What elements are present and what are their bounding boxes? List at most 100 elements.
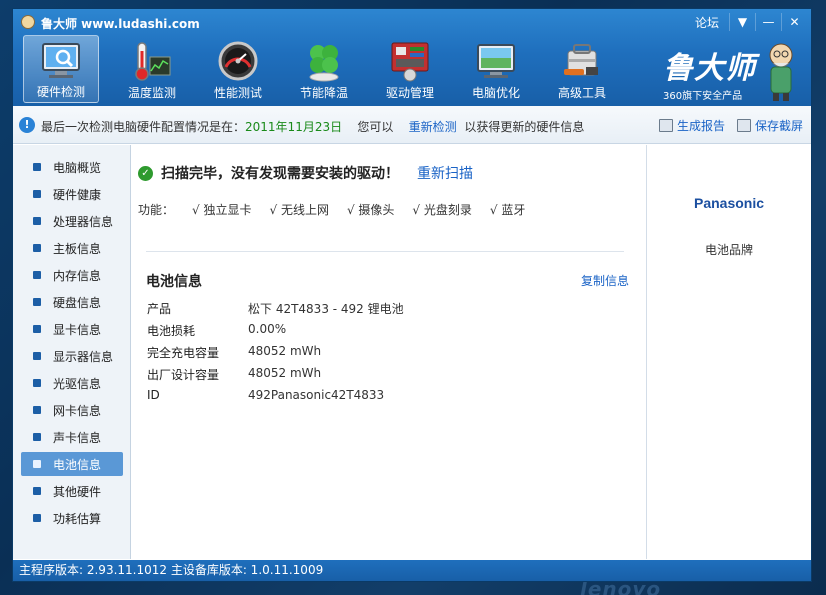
tool-label: 温度监测 [127, 86, 176, 100]
info-key: 产品 [147, 302, 172, 316]
generate-report-button[interactable]: 生成报告 [658, 117, 725, 134]
sidebar: 电脑概览 硬件健康 处理器信息 主板信息 内存信息 硬盘信息 显卡信息 显示器信… [13, 145, 131, 559]
last-check-date: 2011年11月23日 [245, 120, 343, 134]
bullet-icon [33, 352, 41, 360]
sidebar-item-label: 处理器信息 [53, 214, 114, 229]
sidebar-item-label: 网卡信息 [53, 403, 102, 418]
rescan-link[interactable]: 重新扫描 [417, 163, 473, 183]
tool-label: 高级工具 [557, 86, 606, 100]
tool-optimize[interactable]: 电脑优化 [453, 35, 539, 103]
bullet-icon [33, 379, 41, 387]
feature-item: √ 蓝牙 [489, 203, 526, 217]
header: 鲁大师 www.ludashi.com 论坛 ▼ — ✕ 硬件检测 温度监测 性… [13, 9, 811, 106]
info-row: 产品 松下 42T4833 - 492 锂电池 [147, 300, 404, 317]
tool-label: 节能降温 [299, 86, 348, 100]
bullet-icon [33, 271, 41, 279]
sidebar-item-label: 功耗估算 [53, 511, 102, 526]
tool-advanced[interactable]: 高级工具 [539, 35, 625, 103]
sidebar-item-disk[interactable]: 硬盘信息 [21, 290, 123, 314]
tool-energy-saving[interactable]: 节能降温 [281, 35, 367, 103]
clover-icon [309, 45, 339, 82]
sidebar-item-battery[interactable]: 电池信息 [21, 452, 123, 476]
main-toolbar: 硬件检测 温度监测 性能测试 节能降温 驱动管理 电脑优化 高级工具 [23, 35, 625, 103]
app-logo-icon [21, 15, 35, 29]
sidebar-item-cpu[interactable]: 处理器信息 [21, 209, 123, 233]
menu-dropdown-button[interactable]: ▼ [729, 13, 755, 31]
info-value: 松下 42T4833 - 492 锂电池 [248, 302, 404, 316]
feature-item: √ 独立显卡 [192, 203, 252, 217]
bullet-icon [33, 298, 41, 306]
recheck-link[interactable]: 重新检测 [409, 120, 457, 134]
tool-driver-manager[interactable]: 驱动管理 [367, 35, 453, 103]
main-content: ✓ 扫描完毕，没有发现需要安装的驱动！ 重新扫描 功能： √ 独立显卡 √ 无线… [132, 145, 645, 559]
minimize-button[interactable]: — [755, 13, 781, 31]
sidebar-item-optical[interactable]: 光驱信息 [21, 371, 123, 395]
circuit-board-icon [391, 42, 429, 82]
brand-panel: Panasonic 电池品牌 [646, 145, 811, 559]
sidebar-item-label: 主板信息 [53, 241, 102, 256]
bullet-icon [33, 460, 41, 468]
bullet-icon [33, 433, 41, 441]
info-actions: 生成报告 保存截屏 [647, 117, 803, 134]
last-check-prefix: 最后一次检测电脑硬件配置情况是在： [41, 120, 246, 134]
sidebar-item-other[interactable]: 其他硬件 [21, 479, 123, 503]
bullet-icon [33, 514, 41, 522]
info-value: 492Panasonic42T4833 [248, 388, 385, 402]
window-controls: 论坛 ▼ — ✕ [695, 13, 807, 31]
info-value: 0.00% [248, 322, 287, 336]
sidebar-item-power[interactable]: 功耗估算 [21, 506, 123, 530]
sidebar-item-label: 硬件健康 [53, 187, 102, 202]
monitor-tune-icon [477, 44, 515, 78]
close-button[interactable]: ✕ [781, 13, 807, 31]
bullet-icon [33, 406, 41, 414]
battery-brand-logo: Panasonic [693, 195, 765, 211]
info-key: 电池损耗 [147, 324, 196, 338]
status-bar: 主程序版本: 2.93.11.1012 主设备库版本: 1.0.11.1009 [13, 560, 811, 581]
tool-hardware-check[interactable]: 硬件检测 [23, 35, 99, 103]
bullet-icon [33, 217, 41, 225]
feature-item: √ 无线上网 [269, 203, 329, 217]
tool-label: 驱动管理 [385, 86, 434, 100]
last-check-middle: 您可以 [357, 120, 394, 134]
info-key: ID [147, 388, 160, 402]
tool-temperature[interactable]: 温度监测 [109, 35, 195, 103]
tool-performance[interactable]: 性能测试 [195, 35, 281, 103]
features-label: 功能： [138, 203, 175, 217]
sidebar-item-sound[interactable]: 声卡信息 [21, 425, 123, 449]
tool-label: 电脑优化 [471, 86, 520, 100]
sidebar-item-motherboard[interactable]: 主板信息 [21, 236, 123, 260]
copy-info-link[interactable]: 复制信息 [581, 272, 629, 289]
forum-link[interactable]: 论坛 [695, 14, 719, 31]
sidebar-item-label: 内存信息 [53, 268, 102, 283]
sidebar-item-gpu[interactable]: 显卡信息 [21, 317, 123, 341]
sidebar-item-display[interactable]: 显示器信息 [21, 344, 123, 368]
thermometer-icon [135, 42, 171, 81]
sidebar-item-label: 显示器信息 [53, 349, 114, 364]
sidebar-item-memory[interactable]: 内存信息 [21, 263, 123, 287]
info-bar: ! 最后一次检测电脑硬件配置情况是在：2011年11月23日 您可以 重新检测 … [13, 106, 811, 144]
save-screenshot-button[interactable]: 保存截屏 [736, 117, 803, 134]
sidebar-item-health[interactable]: 硬件健康 [21, 182, 123, 206]
last-check-message: 最后一次检测电脑硬件配置情况是在：2011年11月23日 您可以 重新检测 以获… [41, 118, 584, 135]
sidebar-item-label: 光驱信息 [53, 376, 102, 391]
bullet-icon [33, 487, 41, 495]
bullet-icon [33, 163, 41, 171]
battery-brand-label: 电池品牌 [704, 243, 753, 257]
sidebar-item-network[interactable]: 网卡信息 [21, 398, 123, 422]
mascot-icon [769, 43, 793, 101]
title-bar[interactable]: 鲁大师 www.ludashi.com 论坛 ▼ — ✕ [13, 9, 811, 35]
info-row: 出厂设计容量 48052 mWh [147, 366, 321, 383]
brand-logo: 鲁大师 [663, 51, 756, 86]
bullet-icon [33, 325, 41, 333]
sidebar-item-label: 显卡信息 [53, 322, 102, 337]
features-row: 功能： √ 独立显卡 √ 无线上网 √ 摄像头 √ 光盘刻录 √ 蓝牙 [138, 201, 525, 218]
section-title: 电池信息 [146, 274, 202, 290]
bullet-icon [33, 190, 41, 198]
info-key: 完全充电容量 [147, 346, 220, 360]
monitor-magnifier-icon [42, 43, 80, 78]
info-value: 48052 mWh [248, 344, 322, 358]
sidebar-item-overview[interactable]: 电脑概览 [21, 155, 123, 179]
divider [146, 251, 624, 252]
tool-label: 性能测试 [213, 86, 262, 100]
app-title: 鲁大师 www.ludashi.com [41, 17, 200, 31]
